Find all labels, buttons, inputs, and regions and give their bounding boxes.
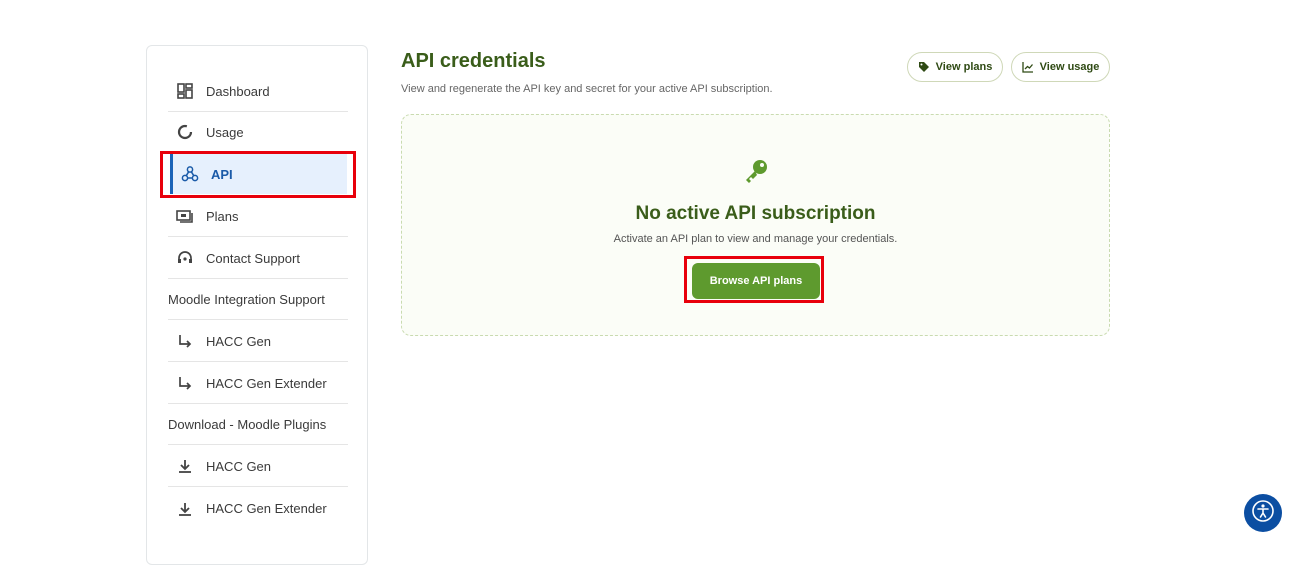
sidebar-item-label: Dashboard [206, 83, 270, 99]
accessibility-button[interactable] [1244, 494, 1282, 532]
download-plugins-heading: Download - Moodle Plugins [168, 404, 348, 445]
sidebar-item-dashboard[interactable]: Dashboard [168, 71, 348, 112]
sidebar-item-label: HACC Gen [206, 458, 272, 474]
sidebar-item-hacc-gen[interactable]: HACC Gen [168, 321, 348, 362]
empty-state-card: No active API subscription Activate an A… [401, 114, 1110, 336]
download-icon [176, 500, 194, 518]
sidebar-item-plans[interactable]: Plans [168, 196, 348, 237]
sidebar-item-label: HACC Gen Extender [206, 375, 327, 391]
subdirectory-arrow-icon [176, 374, 194, 392]
page-subtitle: View and regenerate the API key and secr… [401, 83, 773, 95]
usage-icon [176, 123, 194, 141]
sidebar-item-download-hacc-gen[interactable]: HACC Gen [168, 446, 348, 487]
key-icon [742, 157, 770, 190]
download-icon [176, 457, 194, 475]
browse-api-plans-button[interactable]: Browse API plans [692, 263, 820, 299]
view-usage-button[interactable]: View usage [1011, 52, 1110, 82]
tag-icon [918, 61, 930, 73]
page-title: API credentials [401, 50, 546, 72]
sidebar-item-usage[interactable]: Usage [168, 112, 348, 153]
dashboard-icon [176, 82, 194, 100]
empty-state-text: Activate an API plan to view and manage … [613, 233, 898, 245]
sidebar-item-download-hacc-gen-extender[interactable]: HACC Gen Extender [168, 488, 348, 529]
subdirectory-arrow-icon [176, 332, 194, 350]
sidebar-item-label: Contact Support [206, 250, 300, 266]
view-plans-button[interactable]: View plans [907, 52, 1003, 82]
moodle-integration-heading: Moodle Integration Support [168, 279, 348, 320]
view-usage-label: View usage [1039, 61, 1100, 73]
plans-icon [176, 207, 194, 225]
sidebar-item-label: API [211, 166, 233, 182]
sidebar-item-label: Plans [206, 208, 239, 224]
sidebar-item-hacc-gen-extender[interactable]: HACC Gen Extender [168, 363, 348, 404]
sidebar-item-api[interactable]: API [170, 154, 347, 194]
empty-state-title: No active API subscription [635, 203, 876, 224]
sidebar: Dashboard Usage API Plans Contact Suppor… [146, 45, 368, 565]
accessibility-icon [1251, 499, 1275, 528]
sidebar-item-label: Usage [206, 124, 244, 140]
sidebar-item-contact-support[interactable]: Contact Support [168, 238, 348, 279]
support-icon [176, 249, 194, 267]
line-chart-icon [1021, 61, 1034, 73]
sidebar-item-label: HACC Gen Extender [206, 501, 327, 516]
view-plans-label: View plans [935, 61, 993, 73]
sidebar-item-label: HACC Gen [206, 333, 272, 349]
webhook-icon [181, 165, 199, 183]
